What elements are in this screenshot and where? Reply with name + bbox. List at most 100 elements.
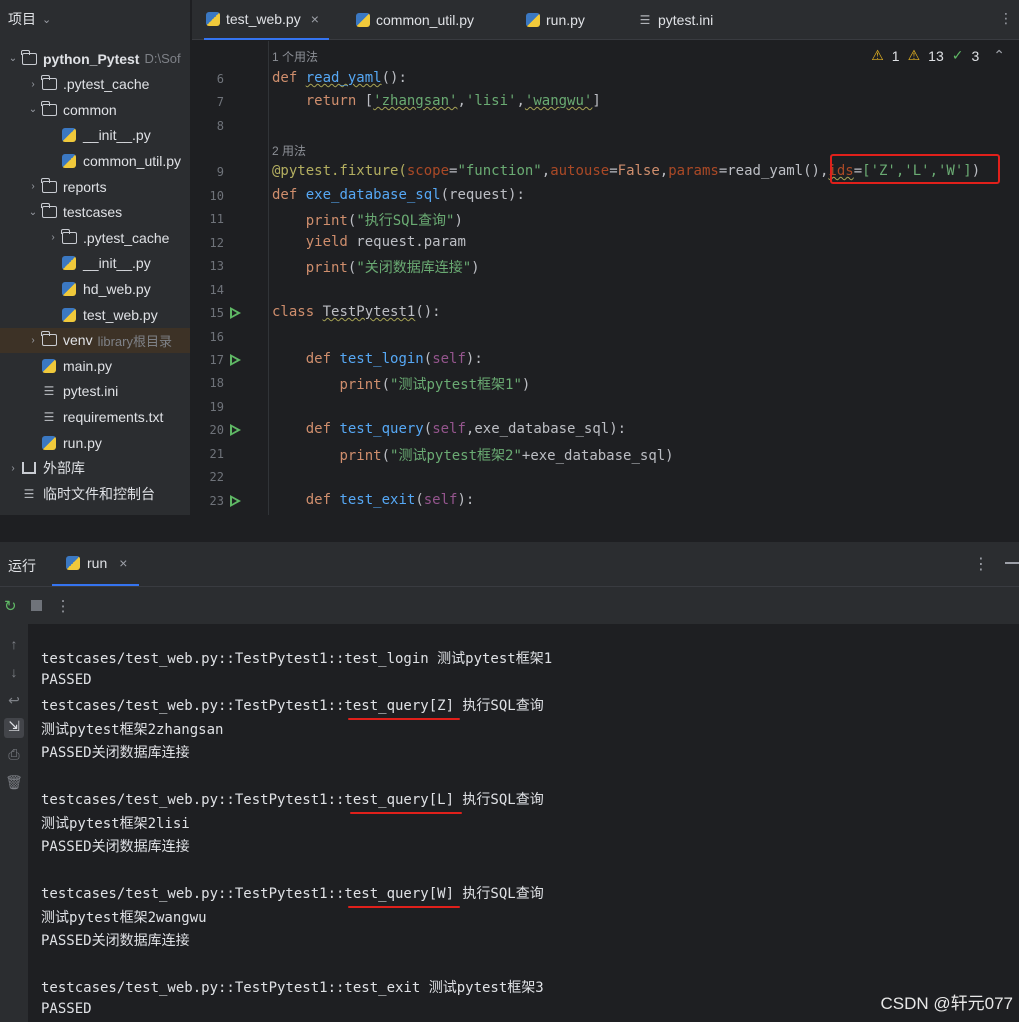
chevron-up-icon[interactable]: ⌃ <box>993 47 1005 64</box>
code-line-11: print("执行SQL查询") <box>305 213 463 229</box>
run-gutter-icon[interactable] <box>230 424 241 436</box>
close-icon[interactable]: × <box>119 555 127 571</box>
check-icon: ✓ <box>951 47 964 63</box>
trash-icon[interactable]: 🗑 <box>4 774 24 794</box>
usage-hint[interactable]: 2 用法 <box>272 142 306 159</box>
chevron-right-icon[interactable]: › <box>46 232 60 243</box>
console-line: 测试pytest框架2wangwu <box>41 909 207 926</box>
run-config-tab[interactable]: run × <box>52 542 140 586</box>
chevron-right-icon[interactable]: › <box>26 181 40 192</box>
chevron-down-icon[interactable]: ⌄ <box>6 53 20 64</box>
more-vertical-icon[interactable]: ⋮ <box>56 597 71 615</box>
tree-item-label: .pytest_cache <box>83 229 170 246</box>
line-number: 18 <box>209 376 224 390</box>
tree-item[interactable]: ☰ 临时文件和控制台 <box>0 481 190 506</box>
tree-item[interactable]: ☰ pytest.ini <box>0 379 190 404</box>
tree-item[interactable]: › 外部库 <box>0 456 190 481</box>
chevron-down-icon[interactable]: ⌄ <box>26 104 40 115</box>
tree-item[interactable]: run.py <box>0 430 190 455</box>
python-icon <box>524 12 542 28</box>
tree-item[interactable]: ⌄ python_Pytest D:\Sof <box>0 46 190 71</box>
run-panel-title: 运行 <box>8 558 36 574</box>
minimize-icon[interactable] <box>1005 562 1019 564</box>
chevron-right-icon[interactable]: › <box>26 79 40 90</box>
tree-item-label: 外部库 <box>43 460 85 477</box>
chevron-down-icon[interactable]: ⌄ <box>26 207 40 218</box>
library-icon <box>20 460 38 476</box>
run-gutter-icon[interactable] <box>230 307 241 319</box>
code-line-21: print("测试pytest框架2"+exe_database_sql) <box>339 448 674 464</box>
tab-test-web-py[interactable]: test_web.py × <box>204 0 329 40</box>
inspection-widget[interactable]: ⚠ 1 ⚠ 13 ✓ 3 ⌃ <box>871 47 1005 64</box>
more-vertical-icon[interactable]: ⋮ <box>999 10 1013 27</box>
folder-icon <box>40 100 58 118</box>
tree-item-label: common <box>63 101 117 118</box>
python-icon <box>60 153 78 169</box>
close-icon[interactable]: × <box>311 11 319 27</box>
more-vertical-icon[interactable]: ⋮ <box>973 554 989 574</box>
console-output[interactable]: testcases/test_web.py::TestPytest1::test… <box>28 624 1019 1022</box>
tab-pytest-ini[interactable]: ☰ pytest.ini <box>636 0 714 40</box>
tab-label: run.py <box>546 12 585 28</box>
run-gutter-icon[interactable] <box>230 495 241 507</box>
line-number: 8 <box>216 119 224 133</box>
tree-item[interactable]: ⌄ common <box>0 97 190 122</box>
tree-item-path: library根目录 <box>97 333 172 349</box>
ok-count: 3 <box>971 47 980 64</box>
folder-icon <box>40 75 58 92</box>
usage-hint[interactable]: 1 个用法 <box>272 48 318 65</box>
tree-item[interactable]: __init__.py <box>0 123 190 148</box>
soft-wrap-icon[interactable]: ↩ <box>4 692 24 712</box>
run-tool-window: 运行 run × ⋮ ↻ ⋮ ↑ ↓ ↩ ⇲ ⎙ 🗑 testcases/tes… <box>0 541 1019 1022</box>
line-number: 19 <box>209 400 224 414</box>
tree-item[interactable]: main.py <box>0 353 190 378</box>
run-gutter-icon[interactable] <box>230 354 241 366</box>
watermark: CSDN @轩元077 <box>880 994 1013 1013</box>
tree-item[interactable]: › venv library根目录 <box>0 327 190 353</box>
run-header: 运行 run × ⋮ <box>0 542 1019 586</box>
arrow-up-icon[interactable]: ↑ <box>4 636 24 656</box>
code-editor[interactable]: 6 7 8 9 10 11 12 13 14 15 16 17 18 19 20 21 22 23 ⚠ 1 ⚠ 13 … <box>192 41 1019 516</box>
line-number: 10 <box>209 189 224 203</box>
tree-item[interactable]: common_util.py <box>0 148 190 173</box>
tree-item-label: hd_web.py <box>83 280 151 297</box>
python-icon <box>40 358 58 374</box>
chevron-right-icon[interactable]: › <box>26 335 40 346</box>
tree-item[interactable]: › .pytest_cache <box>0 225 190 250</box>
tree-item[interactable]: test_web.py <box>0 302 190 327</box>
tab-run-py[interactable]: run.py <box>524 0 585 40</box>
warning-count: 1 <box>891 47 900 64</box>
tree-item[interactable]: ☰ requirements.txt <box>0 404 190 429</box>
line-number: 9 <box>216 165 224 179</box>
project-view-header[interactable]: 项目 ⌄ <box>0 0 190 38</box>
scratch-icon: ☰ <box>23 486 35 501</box>
tab-common-util-py[interactable]: common_util.py <box>354 0 474 40</box>
tab-label: test_web.py <box>226 11 301 27</box>
red-underline <box>350 812 462 814</box>
chevron-right-icon[interactable]: › <box>6 463 20 474</box>
console-side-toolbar: ↑ ↓ ↩ ⇲ ⎙ 🗑 <box>0 624 28 1022</box>
print-icon[interactable]: ⎙ <box>4 746 24 766</box>
scroll-to-end-icon[interactable]: ⇲ <box>4 718 24 738</box>
stop-icon[interactable] <box>30 600 42 611</box>
tree-item[interactable]: __init__.py <box>0 251 190 276</box>
line-number: 13 <box>209 259 224 273</box>
tree-item-path: D:\Sof <box>144 51 181 66</box>
console-line: testcases/test_web.py::TestPytest1::test… <box>41 886 544 902</box>
arrow-down-icon[interactable]: ↓ <box>4 664 24 684</box>
rerun-icon[interactable]: ↻ <box>4 597 17 615</box>
tree-item[interactable]: ⌄ testcases <box>0 200 190 225</box>
editor-horizontal-scrollbar[interactable] <box>0 515 1019 541</box>
python-icon <box>60 255 78 271</box>
chevron-down-icon[interactable]: ⌄ <box>42 13 51 26</box>
console-line: PASSED <box>41 671 92 688</box>
python-icon <box>204 11 222 27</box>
tree-item[interactable]: hd_web.py <box>0 276 190 301</box>
tree-item[interactable]: › reports <box>0 174 190 199</box>
code-line-15: class TestPytest1(): <box>272 304 441 320</box>
tree-item-label: python_Pytest <box>43 50 140 67</box>
tab-label: pytest.ini <box>658 12 714 28</box>
tree-item-label: venv <box>63 332 93 349</box>
tree-item[interactable]: › .pytest_cache <box>0 72 190 97</box>
line-number: 17 <box>209 353 224 367</box>
